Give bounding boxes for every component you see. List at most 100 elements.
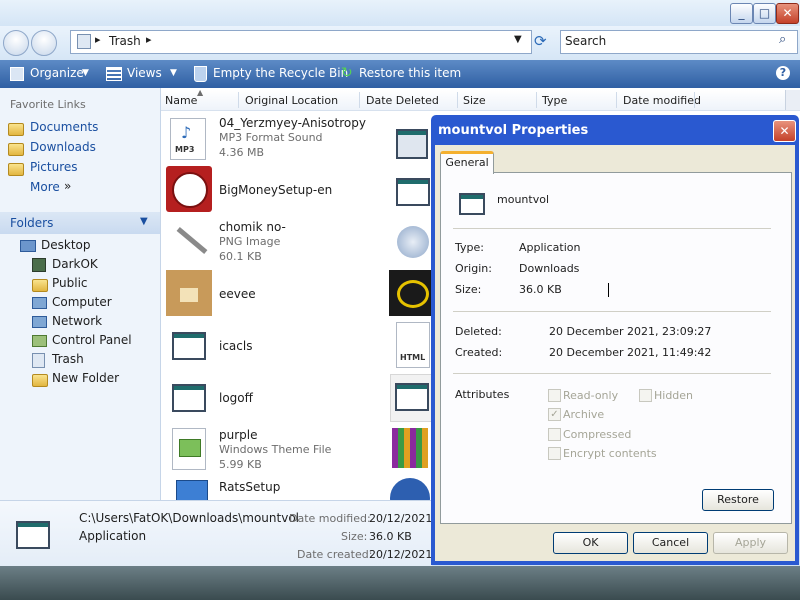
hidden-checkbox[interactable]	[639, 389, 652, 402]
close-window-button[interactable]: ✕	[776, 3, 799, 24]
list-item[interactable]: BigMoneySetup-en	[166, 166, 426, 214]
dialog-close-button[interactable]: ✕	[773, 120, 796, 142]
archive-icon[interactable]	[392, 428, 428, 468]
favorite-link-downloads[interactable]: Downloads	[30, 140, 96, 154]
maximize-button[interactable]: □	[753, 3, 776, 24]
tree-item-trash[interactable]: Trash	[52, 352, 84, 366]
scrollbar-up-button[interactable]	[785, 90, 800, 110]
mp3-icon: ♪ MP3	[170, 118, 206, 160]
eevee-icon	[166, 270, 212, 316]
settings-gear-icon[interactable]	[397, 226, 429, 258]
column-header-original-location[interactable]: Original Location	[245, 94, 338, 107]
minimize-button[interactable]: _	[730, 3, 753, 24]
tab-general[interactable]: General	[440, 151, 494, 174]
folders-header: Folders	[10, 216, 54, 230]
html-file-icon[interactable]: HTML	[396, 322, 430, 368]
tree-item-control-panel[interactable]: Control Panel	[52, 333, 132, 347]
column-separator[interactable]	[616, 92, 617, 108]
application-icon[interactable]	[396, 129, 428, 159]
forward-button[interactable]	[31, 30, 57, 56]
media-icon[interactable]	[389, 270, 431, 316]
compressed-checkbox[interactable]	[548, 428, 561, 441]
column-separator[interactable]	[457, 92, 458, 108]
file-name: eevee	[219, 287, 256, 301]
column-header-date-modified[interactable]: Date modified	[623, 94, 701, 107]
file-name: 04_Yerzmyey-Anisotropy	[219, 116, 366, 130]
breadcrumb-trash[interactable]: Trash	[109, 34, 141, 48]
tree-item-new-folder[interactable]: New Folder	[52, 371, 119, 385]
application-icon	[172, 384, 206, 412]
details-size: 36.0 KB	[369, 530, 412, 543]
column-separator[interactable]	[536, 92, 537, 108]
favorite-link-pictures[interactable]: Pictures	[30, 160, 78, 174]
back-button[interactable]	[3, 30, 29, 56]
type-label: Type:	[455, 241, 484, 254]
image-icon	[170, 222, 210, 262]
collapse-chevron-icon[interactable]: ▼	[140, 216, 148, 227]
more-links[interactable]: More	[30, 180, 60, 194]
list-item[interactable]: chomik no- PNG Image 60.1 KB	[166, 218, 426, 266]
application-icon[interactable]	[396, 178, 430, 206]
tree-item-network[interactable]: Network	[52, 314, 102, 328]
file-name: icacls	[219, 339, 253, 353]
breadcrumb-chevron-icon[interactable]: ▸	[146, 33, 152, 46]
organize-icon	[10, 67, 24, 81]
search-icon[interactable]: ⌕	[779, 32, 786, 47]
details-date-created-label: Date created:	[297, 548, 373, 561]
views-button[interactable]: Views	[127, 66, 162, 80]
tree-item-public[interactable]: Public	[52, 276, 88, 290]
organize-dropdown-icon[interactable]: ▼	[82, 68, 89, 78]
organize-button[interactable]: Organize	[30, 66, 84, 80]
control-panel-icon	[32, 335, 47, 347]
apply-button[interactable]: Apply	[713, 532, 788, 554]
tree-item-computer[interactable]: Computer	[52, 295, 112, 309]
list-item[interactable]: icacls	[166, 322, 426, 370]
column-separator[interactable]	[238, 92, 239, 108]
file-size: 60.1 KB	[219, 250, 262, 263]
restore-item-button[interactable]: Restore this item	[359, 66, 461, 80]
column-header-size[interactable]: Size	[463, 94, 486, 107]
cancel-button[interactable]: Cancel	[633, 532, 708, 554]
column-separator[interactable]	[694, 92, 695, 108]
list-item[interactable]: purple Windows Theme File 5.99 KB	[166, 426, 426, 474]
encrypt-checkbox[interactable]	[548, 447, 561, 460]
address-bar[interactable]: ▸ Trash ▸ ▼	[70, 30, 532, 54]
application-icon	[172, 332, 206, 360]
archive-checkbox[interactable]: ✓	[548, 408, 561, 421]
details-date-created: 20/12/2021	[369, 548, 433, 561]
help-icon[interactable]: ?	[776, 66, 790, 80]
details-pane: C:\Users\FatOK\Downloads\mountvol Applic…	[0, 500, 432, 567]
views-dropdown-icon[interactable]: ▼	[170, 68, 177, 78]
empty-recycle-bin-button[interactable]: Empty the Recycle Bin	[213, 66, 348, 80]
public-folder-icon	[32, 279, 48, 292]
column-separator[interactable]	[359, 92, 360, 108]
application-icon[interactable]	[390, 374, 432, 422]
refresh-icon[interactable]: ⟳	[534, 32, 547, 50]
more-chevron-icon[interactable]: »	[64, 179, 71, 193]
breadcrumb-separator: ▸	[95, 33, 101, 46]
column-header-name[interactable]: Name	[165, 94, 197, 107]
general-tab-panel: mountvol Type: Application Origin: Downl…	[440, 172, 792, 524]
tree-item-desktop[interactable]: Desktop	[41, 238, 91, 252]
ok-button[interactable]: OK	[553, 532, 628, 554]
pictures-folder-icon	[8, 163, 24, 176]
tree-item-darkok[interactable]: DarkOK	[52, 257, 98, 271]
column-header-date-deleted[interactable]: Date Deleted	[366, 94, 439, 107]
folders-header-bar[interactable]: Folders ▼	[0, 212, 160, 234]
favorite-link-documents[interactable]: Documents	[30, 120, 98, 134]
list-item[interactable]: eevee	[166, 270, 426, 318]
list-item[interactable]: RatsSetup	[166, 478, 426, 500]
column-header-type[interactable]: Type	[542, 94, 567, 107]
origin-label: Origin:	[455, 262, 492, 275]
details-type: Application	[79, 529, 147, 543]
list-item[interactable]: ♪ MP3 04_Yerzmyey-Anisotropy MP3 Format …	[166, 116, 426, 162]
readonly-checkbox[interactable]	[548, 389, 561, 402]
divider	[453, 228, 771, 229]
restore-button[interactable]: Restore	[702, 489, 774, 511]
address-dropdown-icon[interactable]: ▼	[514, 34, 522, 45]
user-folder-icon	[32, 258, 46, 272]
file-type: MP3 Format Sound	[219, 131, 323, 144]
search-input[interactable]: Search ⌕	[560, 30, 798, 54]
list-item[interactable]: logoff	[166, 374, 426, 422]
firefox-icon[interactable]	[390, 478, 430, 500]
